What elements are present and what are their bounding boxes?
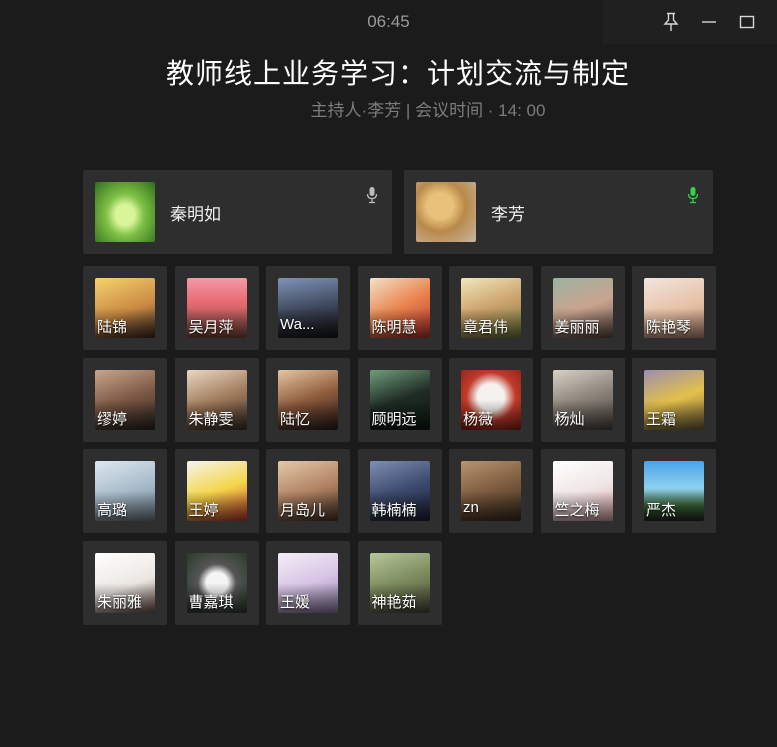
participant-tile[interactable]: 杨薇 — [449, 357, 533, 442]
participant-tile[interactable]: 曹嘉琪 — [174, 540, 259, 625]
participant-tile[interactable]: 吴月萍 — [174, 266, 259, 350]
participant-name: 王霜 — [646, 410, 677, 428]
participant-tile[interactable]: Wa... — [266, 266, 350, 350]
participant-name: 杨灿 — [554, 410, 585, 428]
participant-tile[interactable]: 王霜 — [632, 357, 716, 442]
participant-tile[interactable]: 缪婷 — [83, 357, 167, 442]
participant-tile[interactable]: 姜丽丽 — [540, 266, 625, 350]
participant-tile[interactable]: zn — [449, 449, 533, 533]
microphone-icon — [366, 186, 378, 209]
participant-tile[interactable]: 朱静雯 — [174, 357, 259, 442]
participant-tile[interactable]: 陈艳琴 — [632, 266, 716, 350]
participant-name: 神艳茹 — [371, 593, 417, 611]
participant-name: 高璐 — [97, 502, 128, 519]
participant-name: 韩楠楠 — [371, 502, 417, 519]
meeting-title: 教师线上业务学习：计划交流与制定 — [165, 58, 630, 89]
speaker-name: 秦明如 — [170, 204, 221, 224]
participant-name: zn — [463, 499, 479, 516]
participant-name: 顾明远 — [371, 410, 417, 428]
participant-tile[interactable]: 陈明慧 — [357, 266, 442, 350]
participant-name: 杨薇 — [463, 410, 494, 428]
participant-name: 竺之梅 — [554, 502, 600, 519]
participant-tile[interactable]: 王婷 — [174, 449, 259, 533]
participant-name: 王媛 — [280, 593, 311, 611]
participant-grid: 陆锦 吴月萍 Wa... 陈明慧 章君伟 姜丽丽 陈艳琴 缪婷 朱静雯 陆忆 顾… — [83, 266, 716, 625]
participant-name: 章君伟 — [463, 319, 509, 336]
speaker-name: 李芳 — [491, 204, 525, 224]
participant-name: 严杰 — [646, 502, 677, 519]
participant-tile[interactable]: 月岛儿 — [266, 449, 350, 533]
participant-name: 陈明慧 — [371, 319, 417, 336]
speaker-card[interactable]: 李芳 — [404, 170, 713, 254]
participant-name: Wa... — [280, 316, 315, 333]
participant-name: 曹嘉琪 — [188, 593, 234, 611]
participant-name: 月岛儿 — [280, 502, 326, 519]
microphone-active-icon — [687, 186, 699, 209]
participant-name: 陆锦 — [97, 319, 128, 336]
clock-time: 06:45 — [367, 12, 410, 31]
participant-name: 陈艳琴 — [646, 319, 692, 336]
participant-name: 吴月萍 — [188, 319, 234, 336]
participant-tile[interactable]: 韩楠楠 — [357, 449, 442, 533]
participant-name: 王婷 — [188, 502, 219, 519]
meeting-window: 06:45 教师线上业务学习：计划交流与制定 主持人·李芳 | 会议时间 · 1… — [0, 0, 777, 747]
meeting-subtitle: 主持人·李芳 | 会议时间 · 14: 00 — [310, 101, 546, 120]
participant-name: 缪婷 — [97, 410, 128, 428]
participant-tile[interactable]: 陆锦 — [83, 266, 167, 350]
participant-tile[interactable]: 陆忆 — [266, 357, 350, 442]
participant-tile[interactable]: 神艳茹 — [357, 540, 442, 625]
participant-tile[interactable]: 竺之梅 — [540, 449, 625, 533]
speaker-row: 秦明如 李芳 — [83, 170, 713, 254]
participant-tile[interactable]: 顾明远 — [357, 357, 442, 442]
participant-tile[interactable]: 杨灿 — [540, 357, 625, 442]
participant-tile[interactable]: 章君伟 — [449, 266, 533, 350]
participant-name: 朱静雯 — [188, 410, 234, 428]
speaker-card[interactable]: 秦明如 — [83, 170, 392, 254]
participant-tile[interactable]: 严杰 — [632, 449, 716, 533]
participant-tile[interactable]: 朱丽雅 — [83, 540, 167, 625]
participant-name: 朱丽雅 — [97, 593, 143, 611]
avatar — [95, 182, 155, 242]
avatar — [416, 182, 476, 242]
participant-tile[interactable]: 高璐 — [83, 449, 167, 533]
participant-name: 姜丽丽 — [554, 319, 600, 336]
participant-name: 陆忆 — [280, 410, 311, 428]
participant-tile[interactable]: 王媛 — [266, 540, 350, 625]
